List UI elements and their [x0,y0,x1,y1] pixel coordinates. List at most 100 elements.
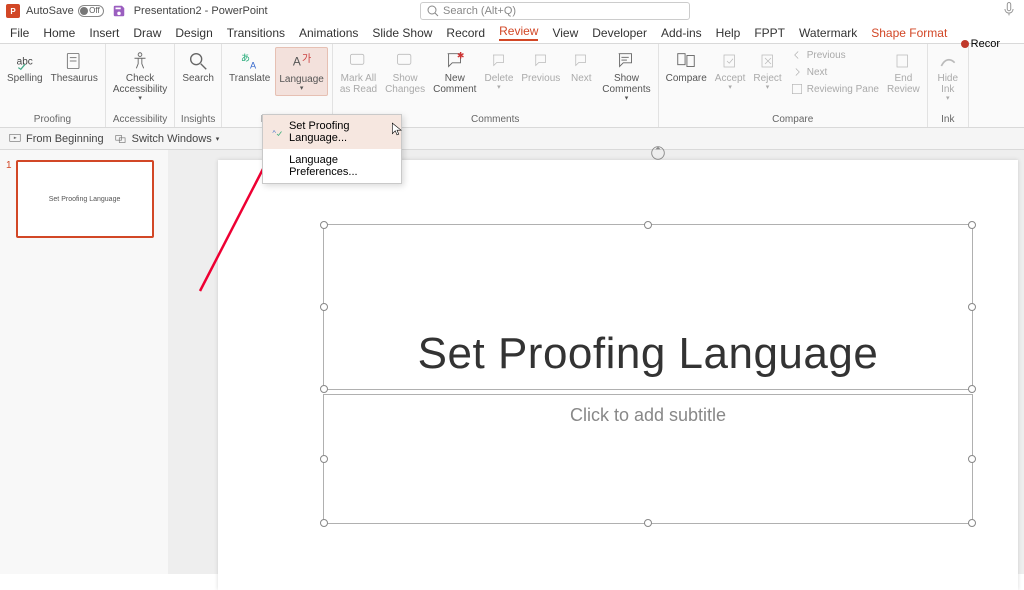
rotation-handle[interactable] [649,144,667,162]
shared-edge-handle[interactable] [642,384,654,394]
check-accessibility-button[interactable]: Check Accessibility ▾ [110,47,170,105]
reviewing-pane-button[interactable]: Reviewing Pane [787,81,882,97]
document-title: Presentation2 - PowerPoint [134,5,268,17]
slide-thumbnail-panel[interactable]: 1 Set Proofing Language [0,150,168,574]
tab-view[interactable]: View [552,26,578,40]
save-icon[interactable] [112,4,126,18]
compare-next-button[interactable]: Next [787,64,882,80]
subtitle-text[interactable]: Click to add subtitle [570,395,726,426]
search-icon [427,5,439,17]
compare-nav: Previous Next Reviewing Pane [787,47,882,97]
chevron-down-icon: ▾ [300,85,304,93]
record-button[interactable]: Recor [961,38,1000,50]
ribbon-tabs: File Home Insert Draw Design Transitions… [0,22,1024,44]
compare-previous-button[interactable]: Previous [787,47,882,63]
previous-comment-button[interactable]: Previous [518,47,563,86]
chevron-down-icon: ▾ [138,95,142,103]
tab-record[interactable]: Record [446,26,485,40]
group-ink: Hide Ink ▾ Ink [928,44,969,127]
chevron-down-icon: ▾ [497,84,501,92]
accept-button[interactable]: Accept ▾ [712,47,749,94]
tab-review[interactable]: Review [499,24,538,41]
mic-icon[interactable] [1002,2,1016,16]
selection-handle[interactable] [320,303,328,311]
mark-all-read-button[interactable]: Mark All as Read [337,47,380,97]
reject-button[interactable]: Reject ▾ [750,47,784,94]
slide-thumbnail[interactable]: Set Proofing Language [16,160,154,238]
new-comment-button[interactable]: ✱ New Comment [430,47,479,97]
selection-handle[interactable] [320,519,328,527]
switch-windows-button[interactable]: Switch Windows ▾ [114,132,220,146]
end-review-button[interactable]: End Review [884,47,923,97]
search-input[interactable]: Search (Alt+Q) [420,2,690,20]
slide-thumbnail-1[interactable]: 1 Set Proofing Language [6,160,162,238]
proofing-icon: A [271,125,283,139]
selection-handle[interactable] [644,221,652,229]
selection-handle[interactable] [968,519,976,527]
tab-developer[interactable]: Developer [592,26,647,40]
svg-text:あ: あ [240,53,249,63]
tab-transitions[interactable]: Transitions [227,26,285,40]
svg-text:abc: abc [16,56,32,67]
record-dot-icon [961,40,969,48]
shared-edge-handle[interactable] [318,384,330,394]
tab-fppt[interactable]: FPPT [754,26,785,40]
set-proofing-language-item[interactable]: A Set Proofing Language... [263,115,401,149]
title-text[interactable]: Set Proofing Language [418,329,879,389]
selection-handle[interactable] [968,221,976,229]
shared-edge-handle[interactable] [966,384,978,394]
svg-text:가: 가 [302,53,311,65]
search-placeholder: Search (Alt+Q) [443,5,516,17]
selection-handle[interactable] [320,221,328,229]
tab-addins[interactable]: Add-ins [661,26,702,40]
delete-comment-button[interactable]: Delete ▾ [481,47,516,94]
slide-canvas[interactable]: Set Proofing Language Click to add subti… [168,150,1024,574]
show-changes-button[interactable]: Show Changes [382,47,428,97]
tab-shape-format[interactable]: Shape Format [871,26,947,40]
chevron-down-icon: ▾ [946,95,950,103]
tab-watermark[interactable]: Watermark [799,26,857,40]
title-placeholder[interactable]: Set Proofing Language [323,224,973,390]
ribbon: abc Spelling Thesaurus Proofing Check Ac… [0,44,1024,128]
group-accessibility: Check Accessibility ▾ Accessibility [106,44,175,127]
language-preferences-item[interactable]: Language Preferences... [263,149,401,183]
svg-text:A: A [272,129,276,135]
search-insights-button[interactable]: Search [179,47,217,86]
subtitle-placeholder[interactable]: Click to add subtitle [323,394,973,524]
language-button[interactable]: A가 Language ▾ [275,47,328,96]
autosave-toggle[interactable]: AutoSave Off [26,5,104,17]
selection-handle[interactable] [968,303,976,311]
chevron-down-icon: ▾ [766,84,770,92]
autosave-label: AutoSave [26,5,74,17]
workspace: 1 Set Proofing Language Set Proofing Lan… [0,150,1024,574]
tab-file[interactable]: File [10,26,29,40]
translate-button[interactable]: あA Translate [226,47,273,86]
show-comments-button[interactable]: Show Comments ▾ [599,47,653,105]
tab-help[interactable]: Help [716,26,741,40]
tab-design[interactable]: Design [175,26,212,40]
powerpoint-icon: P [6,4,20,18]
svg-text:A: A [250,60,257,70]
next-comment-button[interactable]: Next [565,47,597,86]
selection-handle[interactable] [644,519,652,527]
tab-animations[interactable]: Animations [299,26,358,40]
language-dropdown-menu: A Set Proofing Language... Language Pref… [262,114,402,184]
tab-home[interactable]: Home [43,26,75,40]
selection-handle[interactable] [320,455,328,463]
tab-draw[interactable]: Draw [133,26,161,40]
svg-text:✱: ✱ [457,50,465,60]
compare-button[interactable]: Compare [663,47,710,86]
tab-slideshow[interactable]: Slide Show [372,26,432,40]
spelling-button[interactable]: abc Spelling [4,47,46,86]
from-beginning-button[interactable]: From Beginning [8,132,104,146]
selection-handle[interactable] [968,455,976,463]
slide[interactable]: Set Proofing Language Click to add subti… [218,160,1018,590]
group-compare: Compare Accept ▾ Reject ▾ Previous Next … [659,44,928,127]
tab-insert[interactable]: Insert [89,26,119,40]
svg-text:A: A [292,55,300,69]
thesaurus-button[interactable]: Thesaurus [48,47,101,86]
toggle-switch[interactable]: Off [78,5,104,17]
windows-icon [114,132,128,146]
hide-ink-button[interactable]: Hide Ink ▾ [932,47,964,105]
group-insights: Search Insights [175,44,222,127]
